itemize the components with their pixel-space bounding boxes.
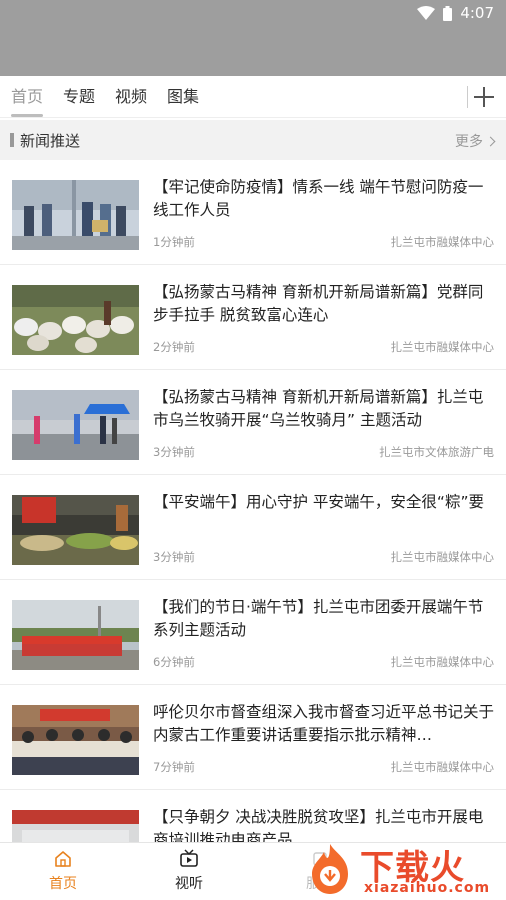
news-item[interactable]: 【弘扬蒙古马精神 育新机开新局谱新篇】党群同步手拉手 脱贫致富心连心 2分钟前 …: [0, 265, 506, 370]
news-time: 7分钟前: [153, 760, 195, 774]
news-time: 2分钟前: [153, 340, 195, 354]
flame-logo-icon: [312, 844, 348, 894]
add-channel-icon[interactable]: [474, 87, 494, 107]
news-list: 【牢记使命防疫情】情系一线 端午节慰问防疫一线工作人员 1分钟前 扎兰屯市融媒体…: [0, 160, 506, 895]
news-item[interactable]: 【牢记使命防疫情】情系一线 端午节慰问防疫一线工作人员 1分钟前 扎兰屯市融媒体…: [0, 160, 506, 265]
news-item[interactable]: 呼伦贝尔市督查组深入我市督查习近平总书记关于内蒙古工作重要讲话重要指示批示精神……: [0, 685, 506, 790]
news-thumbnail: [12, 495, 139, 565]
tab-home[interactable]: 首页: [1, 76, 53, 118]
section-title: 新闻推送: [20, 131, 81, 150]
tab-topics[interactable]: 专题: [53, 76, 105, 118]
battery-icon: [443, 5, 453, 21]
news-thumbnail: [12, 180, 139, 250]
section-marker: [10, 133, 14, 147]
news-source: 扎兰屯市融媒体中心: [390, 235, 495, 249]
news-item[interactable]: 【平安端午】用心守护 平安端午，安全很“粽”要 3分钟前 扎兰屯市融媒体中心: [0, 475, 506, 580]
news-item[interactable]: 【我们的节日·端午节】扎兰屯市团委开展端午节系列主题活动 6分钟前 扎兰屯市融媒…: [0, 580, 506, 685]
watermark-url: xiazaihuo.com: [364, 880, 491, 896]
news-source: 扎兰屯市融媒体中心: [390, 655, 495, 669]
news-title: 【弘扬蒙古马精神 育新机开新局谱新篇】党群同步手拉手 脱贫致富心连心: [153, 283, 484, 324]
status-bar: 4:07: [0, 0, 506, 76]
news-source: 扎兰屯市融媒体中心: [390, 340, 495, 354]
news-thumbnail: [12, 390, 139, 460]
chevron-right-icon: [485, 136, 496, 146]
tv-icon: [180, 849, 198, 867]
news-title: 呼伦贝尔市督查组深入我市督查习近平总书记关于内蒙古工作重要讲话重要指示批示精神…: [153, 703, 495, 744]
news-source: 扎兰屯市文体旅游广电: [379, 445, 494, 459]
watermark-logo: 下载火 xiazaihuo.com: [302, 838, 502, 898]
tab-video[interactable]: 视频: [105, 76, 157, 118]
news-time: 6分钟前: [153, 655, 195, 669]
news-source: 扎兰屯市融媒体中心: [390, 760, 495, 774]
news-source: 扎兰屯市融媒体中心: [390, 550, 495, 564]
nav-listen-label: 视听: [175, 876, 203, 892]
news-item[interactable]: 【弘扬蒙古马精神 育新机开新局谱新篇】扎兰屯市乌兰牧骑开展“乌兰牧骑月” 主题活…: [0, 370, 506, 475]
news-title: 【我们的节日·端午节】扎兰屯市团委开展端午节系列主题活动: [153, 598, 484, 639]
news-time: 1分钟前: [153, 235, 195, 249]
news-title: 【牢记使命防疫情】情系一线 端午节慰问防疫一线工作人员: [153, 178, 484, 219]
top-tab-bar: 首页 专题 视频 图集: [0, 76, 506, 118]
tab-divider: [467, 86, 468, 108]
news-title: 【弘扬蒙古马精神 育新机开新局谱新篇】扎兰屯市乌兰牧骑开展“乌兰牧骑月” 主题活…: [153, 388, 484, 429]
news-time: 3分钟前: [153, 550, 195, 564]
clock: 4:07: [460, 4, 494, 22]
nav-home-label: 首页: [49, 876, 77, 892]
news-thumbnail: [12, 705, 139, 775]
more-label: 更多: [455, 134, 483, 150]
nav-home[interactable]: 首页: [33, 849, 93, 893]
news-title: 【平安端午】用心守护 平安端午，安全很“粽”要: [153, 493, 484, 511]
wifi-icon: [417, 6, 436, 20]
news-time: 3分钟前: [153, 445, 195, 459]
home-icon: [55, 851, 71, 867]
section-header: 新闻推送 更多: [0, 120, 506, 160]
news-thumbnail: [12, 285, 139, 355]
nav-listen[interactable]: 视听: [159, 849, 219, 893]
news-thumbnail: [12, 600, 139, 670]
more-link[interactable]: 更多: [455, 131, 496, 151]
tab-gallery[interactable]: 图集: [157, 76, 209, 118]
